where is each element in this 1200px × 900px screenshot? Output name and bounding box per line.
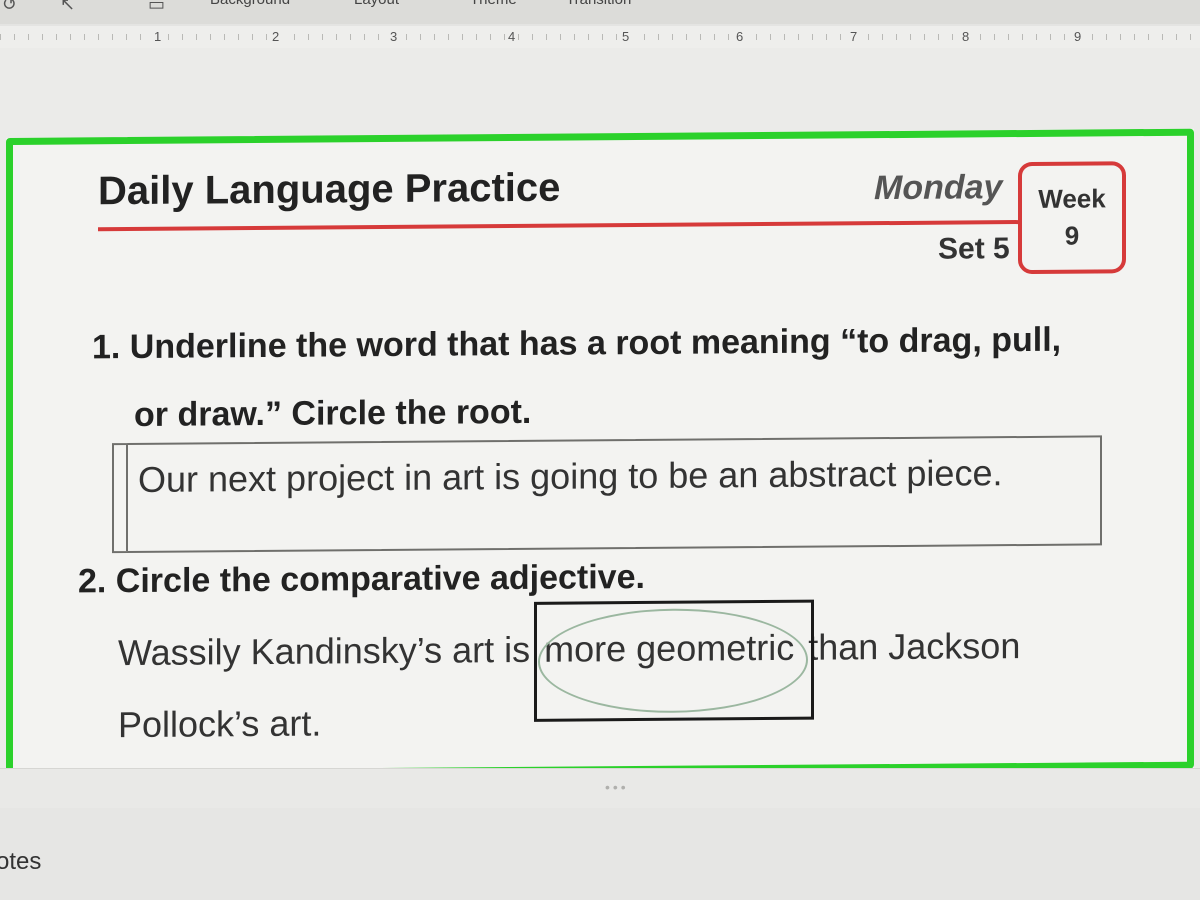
set-label[interactable]: Set 5 [938,232,1010,267]
week-number: 9 [1064,220,1080,251]
answer-sentence: Our next project in art is going to be a… [138,452,1003,500]
comment-icon[interactable]: ▭ [148,0,165,15]
ruler-mark: 5 [620,29,632,44]
notes-divider[interactable]: ••• [0,768,1200,809]
horizontal-ruler[interactable]: 1 2 3 4 5 6 7 8 9 [0,26,1200,49]
question-1-line-1: 1. Underline the word that has a root me… [92,320,1062,367]
slide-canvas[interactable]: Daily Language Practice Monday Set 5 Wee… [0,48,1200,778]
ruler-mark: 9 [1072,29,1084,44]
theme-button[interactable]: Theme [470,0,517,8]
undo-icon[interactable]: ↺ [2,0,17,15]
ruler-mark: 2 [270,29,282,44]
week-badge[interactable]: Week 9 [1018,161,1126,275]
answer-textbox[interactable]: Our next project in art is going to be a… [112,435,1102,554]
ruler-mark: 7 [848,29,860,44]
ruler-mark: 3 [388,29,400,44]
ruler-mark: 8 [960,29,972,44]
highlighted-phrase[interactable]: more geometric [534,599,815,722]
ruler-mark: 4 [506,29,518,44]
notes-label: otes [0,848,42,875]
question-1[interactable]: 1. Underline the word that has a root me… [92,305,1172,449]
ruler-mark: 1 [152,29,164,44]
question-2-sentence[interactable]: Wassily Kandinsky’s art is more geometri… [118,599,1118,761]
speaker-notes[interactable]: otes [0,808,1200,900]
week-label: Week [1038,183,1106,214]
textbox-edge [126,445,128,552]
toolbar: ↺ ↖ ▭ Background Layout Theme Transition [0,0,1200,24]
layout-button[interactable]: Layout [354,0,399,8]
cursor-icon[interactable]: ↖ [60,0,75,15]
ruler-mark: 6 [734,29,746,44]
slide[interactable]: Daily Language Practice Monday Set 5 Wee… [6,128,1194,778]
transition-button[interactable]: Transition [566,0,631,8]
day-label[interactable]: Monday [874,168,1002,208]
drag-handle-icon[interactable]: ••• [605,779,629,795]
slide-title[interactable]: Daily Language Practice [98,166,560,215]
sentence-before: Wassily Kandinsky’s art is [118,628,541,674]
background-button[interactable]: Background [210,0,290,8]
